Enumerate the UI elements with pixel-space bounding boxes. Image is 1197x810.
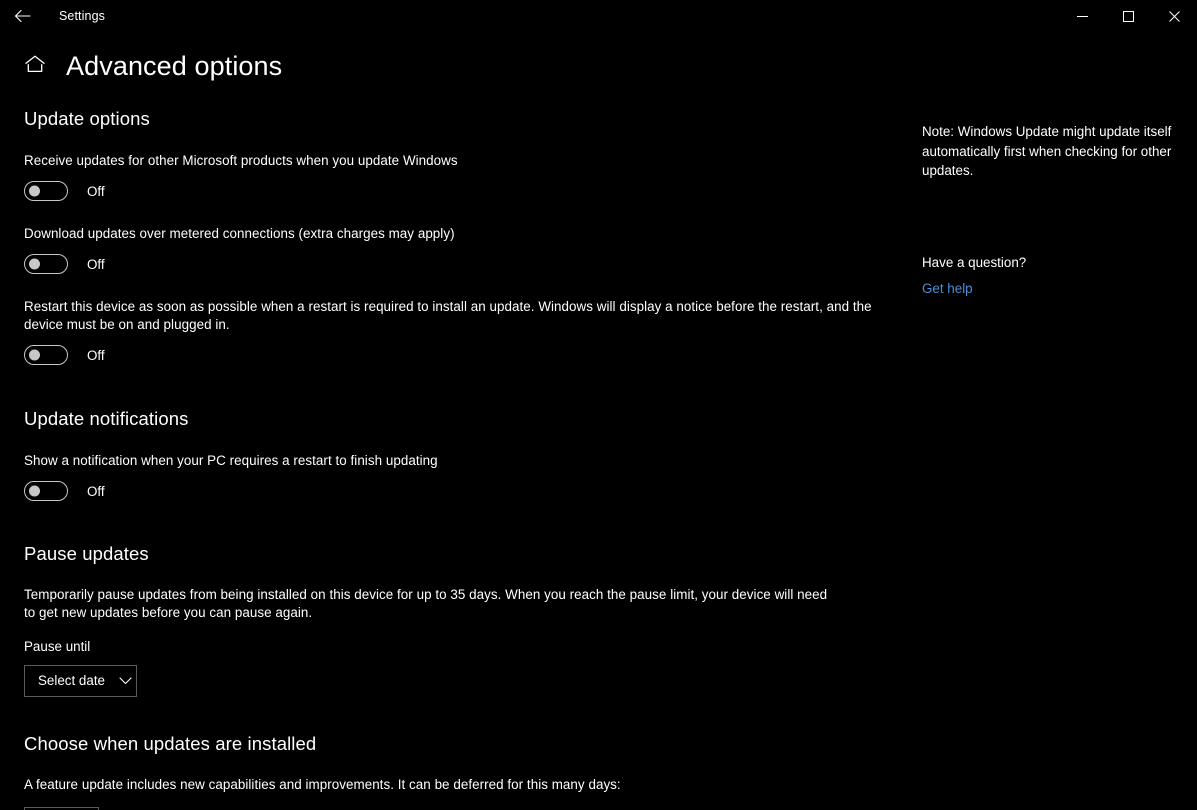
- section-heading-choose-when: Choose when updates are installed: [24, 732, 317, 754]
- main-column: Update options Receive updates for other…: [0, 108, 910, 810]
- toggle-row: Off: [24, 345, 910, 366]
- page-title: Advanced options: [66, 50, 283, 81]
- app-title: Settings: [59, 9, 105, 23]
- home-button[interactable]: [22, 53, 48, 79]
- side-panel-note: Note: Windows Update might update itself…: [922, 124, 1172, 178]
- pause-until-label: Pause until: [24, 638, 91, 654]
- toggle-microsoft-products[interactable]: [24, 181, 68, 202]
- maximize-icon: [1122, 10, 1134, 22]
- chevron-down-icon: [119, 677, 132, 685]
- section-choose-when-installed: Choose when updates are installed A feat…: [24, 733, 910, 810]
- toggle-knob: [29, 258, 40, 270]
- section-update-notifications: Update notifications Show a notification…: [24, 408, 910, 502]
- toggle-knob: [29, 485, 40, 497]
- close-button[interactable]: [1151, 0, 1197, 32]
- setting-description: Restart this device as soon as possible …: [24, 299, 872, 333]
- back-button[interactable]: [0, 0, 45, 32]
- side-panel: Note: Windows Update might update itself…: [910, 108, 1175, 298]
- setting-restart-notification: Show a notification when your PC require…: [24, 452, 910, 502]
- setting-restart-asap: Restart this device as soon as possible …: [24, 298, 910, 366]
- toggle-row: Off: [24, 254, 910, 275]
- content-area: Update options Receive updates for other…: [0, 94, 1197, 810]
- toggle-restart-asap[interactable]: [24, 345, 68, 366]
- pause-until-value: Select date: [38, 673, 105, 689]
- toggle-row: Off: [24, 181, 910, 202]
- home-icon: [24, 54, 46, 79]
- setting-metered-connections: Download updates over metered connection…: [24, 225, 910, 275]
- maximize-button[interactable]: [1105, 0, 1151, 32]
- toggle-state-label: Off: [87, 483, 105, 499]
- setting-microsoft-products: Receive updates for other Microsoft prod…: [24, 152, 910, 202]
- toggle-state-label: Off: [87, 256, 105, 272]
- section-update-options: Update options Receive updates for other…: [24, 108, 910, 366]
- toggle-row: Off: [24, 481, 910, 502]
- section-heading-pause-updates: Pause updates: [24, 543, 149, 565]
- minimize-icon: [1076, 11, 1088, 22]
- setting-description: Show a notification when your PC require…: [24, 453, 438, 469]
- window-controls: [1059, 0, 1197, 32]
- title-bar: Settings: [0, 0, 1197, 32]
- setting-description: Download updates over metered connection…: [24, 226, 455, 242]
- toggle-state-label: Off: [87, 183, 105, 199]
- section-heading-update-options: Update options: [24, 108, 150, 129]
- pause-updates-description: Temporarily pause updates from being ins…: [24, 586, 828, 620]
- minimize-button[interactable]: [1059, 0, 1105, 32]
- close-icon: [1168, 10, 1180, 22]
- toggle-knob: [29, 185, 40, 197]
- page-header: Advanced options: [0, 38, 1197, 94]
- pause-until-dropdown[interactable]: Select date: [24, 664, 137, 697]
- feature-update-description: A feature update includes new capabiliti…: [24, 776, 621, 792]
- toggle-restart-notification[interactable]: [24, 481, 68, 502]
- get-help-link[interactable]: Get help: [922, 281, 973, 296]
- section-pause-updates: Pause updates Temporarily pause updates …: [24, 543, 910, 697]
- setting-description: Receive updates for other Microsoft prod…: [24, 153, 458, 169]
- back-arrow-icon: [14, 9, 31, 23]
- toggle-metered-connections[interactable]: [24, 254, 68, 275]
- section-heading-update-notifications: Update notifications: [24, 408, 189, 430]
- toggle-knob: [29, 349, 40, 361]
- toggle-state-label: Off: [87, 347, 105, 363]
- side-panel-question: Have a question?: [922, 254, 1027, 270]
